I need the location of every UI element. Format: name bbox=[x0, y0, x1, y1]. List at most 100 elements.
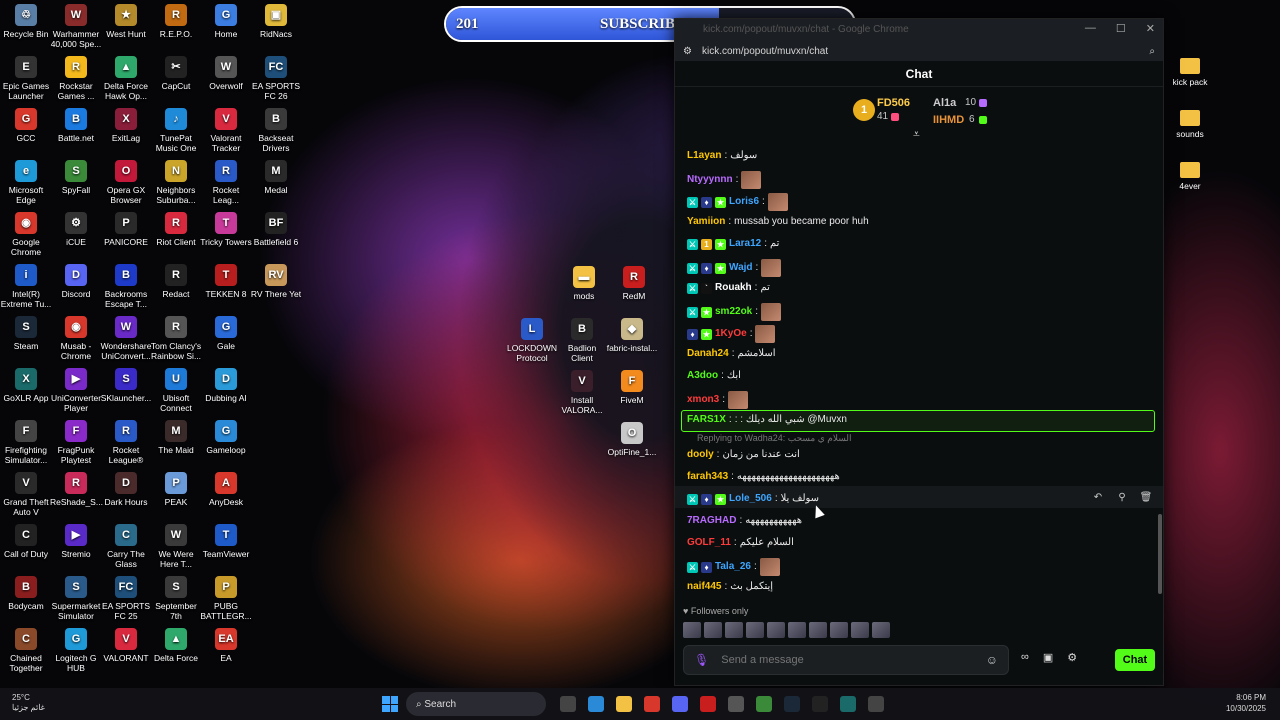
system-clock[interactable]: 8:06 PM 10/30/2025 bbox=[1226, 692, 1266, 714]
chat-username[interactable]: dooly bbox=[687, 448, 714, 462]
desktop-icon[interactable]: S Supermarket Simulator bbox=[50, 576, 102, 621]
desktop-icon[interactable]: ◆ fabric-instal... bbox=[606, 318, 658, 353]
chat-message[interactable]: GOLF_11: السلام عليكم bbox=[687, 536, 794, 550]
desktop-icon[interactable]: ★ West Hunt bbox=[100, 4, 152, 39]
desktop-icon[interactable]: R R.E.P.O. bbox=[150, 4, 202, 39]
kicks-icon[interactable]: ∞ bbox=[1021, 651, 1029, 664]
chat-message[interactable]: ⚔ ★ sm22ok: bbox=[687, 303, 782, 321]
desktop-icon[interactable]: F FragPunk Playtest bbox=[50, 420, 102, 465]
chat-username[interactable]: GOLF_11 bbox=[687, 536, 731, 550]
collapse-leaderboard-icon[interactable]: ⩡ bbox=[913, 127, 920, 142]
chat-username[interactable]: A3doo bbox=[687, 369, 718, 383]
discord-icon[interactable] bbox=[672, 696, 688, 712]
desktop-icon[interactable]: T TEKKEN 8 bbox=[200, 264, 252, 299]
desktop-icon[interactable]: ◉ Musab - Chrome bbox=[50, 316, 102, 361]
desktop-icon[interactable]: S Steam bbox=[0, 316, 52, 351]
chat-emote[interactable] bbox=[767, 193, 788, 211]
close-button[interactable]: ✕ bbox=[1146, 22, 1155, 35]
desktop-icon[interactable]: V Valorant Tracker bbox=[200, 108, 252, 153]
desktop-icon[interactable]: V VALORANT bbox=[100, 628, 152, 663]
desktop-icon[interactable]: W Warhammer 40,000 Spe... bbox=[50, 4, 102, 49]
address-bar[interactable]: ⚙ kick.com/popout/muvxn/chat ⌕ bbox=[675, 41, 1163, 61]
desktop-icon[interactable]: G Gameloop bbox=[200, 420, 252, 455]
chat-emote[interactable] bbox=[761, 303, 782, 321]
desktop-icon[interactable]: BF Battlefield 6 bbox=[250, 212, 302, 247]
emote[interactable] bbox=[872, 622, 890, 638]
desktop-icon[interactable]: RV RV There Yet bbox=[250, 264, 302, 299]
chat-message[interactable]: FARS1X:: : شبي الله ديلك @Muvxn bbox=[687, 413, 847, 427]
emote[interactable] bbox=[725, 622, 743, 638]
chat-username[interactable]: Loris6 bbox=[729, 195, 759, 209]
chat-message[interactable]: ♦ ★ 1KyOe: bbox=[687, 325, 776, 343]
chat-message[interactable]: 7RAGHAD: هههههههههههه bbox=[687, 514, 802, 528]
leader-third-name[interactable]: IIHMD bbox=[933, 114, 964, 126]
chat-username[interactable]: Rouakh bbox=[715, 281, 752, 295]
minimize-button[interactable]: — bbox=[1085, 22, 1096, 35]
desktop-icon[interactable]: G Gale bbox=[200, 316, 252, 351]
chat-message[interactable]: ⚔ ♦ ★ Loris6: bbox=[687, 193, 788, 211]
goxlr-icon[interactable] bbox=[840, 696, 856, 712]
zoom-icon[interactable]: ⌕ bbox=[1149, 46, 1155, 57]
desktop-icon[interactable]: L LOCKDOWN Protocol bbox=[506, 318, 558, 363]
chat-scrollbar[interactable] bbox=[1158, 149, 1162, 609]
desktop-icon[interactable]: ▬ mods bbox=[558, 266, 610, 301]
desktop-icon[interactable]: B Backseat Drivers bbox=[250, 108, 302, 153]
chat-emote[interactable] bbox=[741, 171, 762, 189]
chat-username[interactable]: L1ayan bbox=[687, 149, 721, 163]
desktop-icon[interactable]: T TeamViewer bbox=[200, 524, 252, 559]
desktop-icon[interactable]: ⚙ iCUE bbox=[50, 212, 102, 247]
desktop-icon[interactable]: D Dark Hours bbox=[100, 472, 152, 507]
chat-username[interactable]: farah343 bbox=[687, 470, 728, 484]
emote[interactable] bbox=[809, 622, 827, 638]
emote[interactable] bbox=[746, 622, 764, 638]
desktop-icon[interactable]: i Intel(R) Extreme Tu... bbox=[0, 264, 52, 309]
copilot-icon[interactable] bbox=[588, 696, 604, 712]
taskbar-search[interactable]: ⌕ Search bbox=[406, 692, 546, 716]
emote[interactable] bbox=[767, 622, 785, 638]
desktop-icon[interactable]: P PANICORE bbox=[100, 212, 152, 247]
chat-message[interactable]: Yamiion: mussab you became poor huh bbox=[687, 215, 869, 229]
desktop-icon[interactable]: B Backrooms Escape T... bbox=[100, 264, 152, 309]
chat-message[interactable]: ⚔ ` Rouakh: تم bbox=[687, 281, 770, 295]
chat-username[interactable]: Lara12 bbox=[729, 237, 761, 251]
steam-icon[interactable] bbox=[784, 696, 800, 712]
desktop-icon[interactable]: ♲ Recycle Bin bbox=[0, 4, 52, 39]
desktop-icon[interactable]: ♪ TunePat Music One bbox=[150, 108, 202, 153]
desktop-icon[interactable]: S SpyFall bbox=[50, 160, 102, 195]
emoji-picker-icon[interactable]: ☺ bbox=[986, 653, 998, 667]
desktop-icon[interactable]: C Call of Duty bbox=[0, 524, 52, 559]
scrollbar-thumb[interactable] bbox=[1158, 514, 1162, 594]
desktop-icon[interactable]: FC EA SPORTS FC 26 bbox=[250, 56, 302, 101]
desktop-icon[interactable]: S September 7th bbox=[150, 576, 202, 621]
site-settings-icon[interactable]: ⚙ bbox=[683, 46, 692, 57]
desktop-icon[interactable]: C Carry The Glass bbox=[100, 524, 152, 569]
desktop-icon[interactable]: G Home bbox=[200, 4, 252, 39]
chat-message[interactable]: ⚔ ♦ ★ Lole_506: سولف يلا bbox=[687, 492, 819, 506]
chat-username[interactable]: sm22ok bbox=[715, 305, 752, 319]
desktop-icon[interactable]: ▣ RidNacs bbox=[250, 4, 302, 39]
desktop-icon[interactable]: R RedM bbox=[608, 266, 660, 301]
desktop-icon[interactable]: R Riot Client bbox=[150, 212, 202, 247]
riot-icon[interactable] bbox=[700, 696, 716, 712]
chat-message[interactable]: Danah24: اسلامشم bbox=[687, 347, 776, 361]
desktop-icon[interactable]: V Install VALORA... bbox=[556, 370, 608, 415]
message-composer[interactable]: 🎙 ☺ bbox=[683, 645, 1009, 675]
xbox-icon[interactable] bbox=[756, 696, 772, 712]
chat-message[interactable]: ⚔ ♦ Tala_26: bbox=[687, 558, 780, 576]
desktop-icon[interactable]: U Ubisoft Connect bbox=[150, 368, 202, 413]
desktop-folder[interactable]: kick pack bbox=[1166, 58, 1214, 87]
desktop-icon[interactable]: E Epic Games Launcher bbox=[0, 56, 52, 101]
chat-message[interactable]: L1ayan: سولف bbox=[687, 149, 757, 163]
desktop-icon[interactable]: R Rocket Leag... bbox=[200, 160, 252, 205]
chat-emote[interactable] bbox=[755, 325, 776, 343]
reply-icon[interactable]: ↶ bbox=[1089, 489, 1107, 505]
window-titlebar[interactable]: kick.com/popout/muvxn/chat - Google Chro… bbox=[675, 19, 1163, 41]
start-button[interactable] bbox=[382, 696, 398, 712]
desktop-icon[interactable]: R Redact bbox=[150, 264, 202, 299]
chat-username[interactable]: xmon3 bbox=[687, 393, 719, 407]
chat-username[interactable]: Tala_26 bbox=[715, 560, 751, 574]
chat-message[interactable]: ⚔ ♦ ★ Wajd: bbox=[687, 259, 782, 277]
desktop-icon[interactable]: B Battle.net bbox=[50, 108, 102, 143]
desktop-icon[interactable]: S SKlauncher... bbox=[100, 368, 152, 403]
desktop-icon[interactable]: V Grand Theft Auto V bbox=[0, 472, 52, 517]
